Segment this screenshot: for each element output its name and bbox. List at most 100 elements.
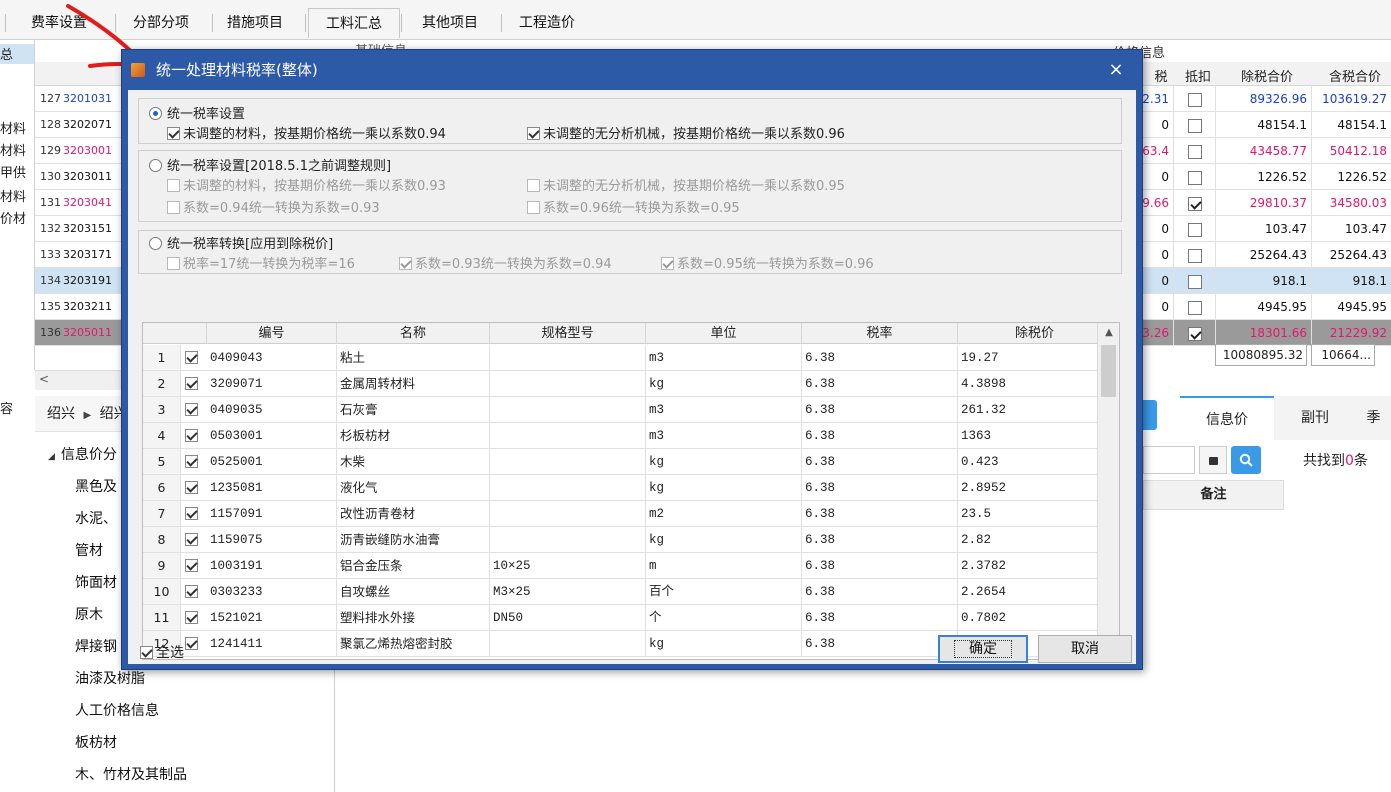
tree-item[interactable]: 人工价格信息 [75,700,159,720]
left-fragment-4[interactable]: 材料 [0,186,26,205]
checkbox-coef-093-to-094[interactable]: 系数=0.93统一转换为系数=0.94 [399,253,612,272]
checkbox-coef-095-to-096[interactable]: 系数=0.95统一转换为系数=0.96 [661,253,874,272]
row-checkbox[interactable] [185,429,198,442]
right-tab-0[interactable]: 信息价 [1180,396,1274,440]
search-button[interactable] [1231,446,1261,474]
table-row[interactable]: 8 1159075 沥青嵌缝防水油膏 kg 6.38 2.82 [143,527,1113,553]
cancel-button[interactable]: 取消 [1038,635,1132,663]
cell-price: 261.32 [958,397,1112,423]
deduct-checkbox[interactable] [1187,144,1202,159]
left-blue-tab-fragment[interactable] [1143,400,1157,430]
deduct-checkbox[interactable] [1187,248,1202,263]
deduct-checkbox[interactable] [1187,92,1202,107]
row-checkbox[interactable] [185,611,198,624]
tree-item[interactable]: 原木 [75,604,103,624]
table-row[interactable]: 10 0303233 自攻螺丝 M3×25 百个 6.38 2.2654 [143,579,1113,605]
table-row[interactable]: 9 1003191 铝合金压条 10×25 m 6.38 2.3782 [143,553,1113,579]
select-all-checkbox[interactable]: 全选 [140,642,184,662]
row-checkbox[interactable] [185,481,198,494]
lock-button[interactable] [1199,446,1227,474]
ok-button[interactable]: 确定 [938,635,1028,663]
deduct-checkbox[interactable] [1187,196,1202,211]
tree-item[interactable]: 管材 [75,540,103,560]
column-header[interactable]: 除税价 [958,323,1112,344]
checkbox-machine-096[interactable]: 未调整的无分析机械，按基期价格统一乘以系数0.96 [527,123,845,142]
row-checkbox[interactable] [185,377,198,390]
scroll-left-icon[interactable]: < [39,372,49,386]
row-checkbox[interactable] [185,533,198,546]
deduct-cell [1173,320,1215,346]
row-checkbox[interactable] [185,351,198,364]
grid-total-net: 10080895.32 [1215,344,1307,366]
radio-unselected-icon [149,237,162,250]
column-header[interactable]: 名称 [337,323,490,344]
vertical-scrollbar[interactable]: ▲ ▼ [1097,323,1119,659]
table-row[interactable]: 3 0409035 石灰膏 m3 6.38 261.32 [143,397,1113,423]
tree-item[interactable]: 板枋材 [75,732,117,752]
deduct-checkbox[interactable] [1187,326,1202,341]
radio-legacy-rate[interactable]: 统一税率设置[2018.5.1之前调整规则] [149,155,391,174]
deduct-checkbox[interactable] [1187,274,1202,289]
deduct-checkbox[interactable] [1187,170,1202,185]
tab-3[interactable]: 工料汇总 [308,8,400,38]
tree-root[interactable]: ◢ 信息价分 [48,444,117,464]
radio-unified-rate[interactable]: 统一税率设置 [149,103,245,122]
tree-item[interactable]: 焊接钢 [75,636,117,656]
tree-item[interactable]: 油漆及树脂 [75,668,145,688]
breadcrumb-item[interactable]: 绍兴 [47,406,75,422]
row-checkbox[interactable] [185,559,198,572]
checkbox-rate-17-to-16[interactable]: 税率=17统一转换为税率=16 [167,253,355,272]
column-header[interactable]: 单位 [646,323,802,344]
checkbox-coef-094-to-093[interactable]: 系数=0.94统一转换为系数=0.93 [167,197,380,216]
column-header[interactable]: 税率 [802,323,958,344]
tab-5[interactable]: 工程造价 [504,8,590,38]
tree-item[interactable]: 黑色及 [75,476,117,496]
checkbox-material-093[interactable]: 未调整的材料，按基期价格统一乘以系数0.93 [167,175,446,194]
tree-item[interactable]: 木、竹材及其制品 [75,764,187,784]
tree-item[interactable]: 水泥、 [75,508,117,528]
dialog-title-bar[interactable]: 统一处理材料税率(整体) [122,50,1142,90]
deduct-checkbox[interactable] [1187,222,1202,237]
close-icon[interactable]: × [1104,50,1128,90]
checkbox-label: 税率=17统一转换为税率=16 [183,257,355,272]
table-row[interactable]: 1 0409043 粘土 m3 6.38 19.27 [143,345,1113,371]
cell-spec [490,449,646,475]
cell-code: 3209071 [207,371,337,397]
table-row[interactable]: 2 3209071 金属周转材料 kg 6.38 4.3898 [143,371,1113,397]
table-row[interactable]: 7 1157091 改性沥青卷材 m2 6.38 23.5 [143,501,1113,527]
deduct-checkbox[interactable] [1187,300,1202,315]
search-input[interactable] [1143,446,1195,474]
scroll-up-icon[interactable]: ▲ [1098,327,1119,338]
checkbox-machine-095[interactable]: 未调整的无分析机械，按基期价格统一乘以系数0.95 [527,175,845,194]
table-row[interactable]: 4 0503001 杉板枋材 m3 6.38 1363 [143,423,1113,449]
checkbox-material-094[interactable]: 未调整的材料，按基期价格统一乘以系数0.94 [167,123,446,142]
tab-4[interactable]: 其他项目 [404,8,496,38]
table-row[interactable]: 11 1521021 塑料排水外接 DN50 个 6.38 0.7802 [143,605,1113,631]
table-row[interactable]: 5 0525001 木柴 kg 6.38 0.423 [143,449,1113,475]
tab-2[interactable]: 措施项目 [215,8,295,38]
cell-code: 1159075 [207,527,337,553]
left-fragment-2[interactable]: 材料 [0,140,26,159]
row-checkbox[interactable] [185,507,198,520]
left-fragment-3[interactable]: 甲供 [0,162,26,181]
row-select-cell [181,527,207,553]
row-select-cell [181,475,207,501]
right-tab-1[interactable]: 副刊 [1274,396,1356,440]
left-fragment-0[interactable]: 总 [0,44,34,64]
row-checkbox[interactable] [185,637,198,650]
checkbox-coef-096-to-095[interactable]: 系数=0.96统一转换为系数=0.95 [527,197,740,216]
row-checkbox[interactable] [185,403,198,416]
row-checkbox[interactable] [185,455,198,468]
column-header[interactable]: 规格型号 [490,323,646,344]
tree-item[interactable]: 饰面材 [75,572,117,592]
left-fragment-5[interactable]: 价材 [0,208,26,227]
row-checkbox[interactable] [185,585,198,598]
right-tab-2[interactable]: 季 [1356,396,1391,440]
table-row[interactable]: 6 1235081 液化气 kg 6.38 2.8952 [143,475,1113,501]
deduct-checkbox[interactable] [1187,118,1202,133]
radio-rate-convert[interactable]: 统一税率转换[应用到除税价] [149,233,333,252]
column-header[interactable]: 编号 [207,323,337,344]
scroll-thumb[interactable] [1101,345,1116,397]
left-fragment-1[interactable]: 材料 [0,118,26,137]
collapse-icon[interactable]: ◢ [48,452,55,462]
